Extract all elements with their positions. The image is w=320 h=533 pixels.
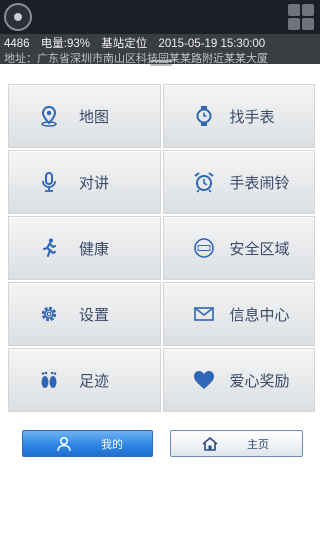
watch-avatar-icon[interactable] <box>4 3 32 31</box>
menu-tile-love-reward[interactable]: 爱心奖励 <box>162 348 315 412</box>
home-button[interactable]: 主页 <box>170 430 303 457</box>
menu-tile-talk[interactable]: 对讲 <box>8 150 161 214</box>
address-text: 地址：广东省深圳市南山区科技园某某路附近某某大厦 <box>4 52 268 64</box>
menu-tile-find-watch[interactable]: 找手表 <box>162 84 315 148</box>
home-label: 主页 <box>247 437 269 451</box>
watch-icon <box>192 104 216 128</box>
envelope-icon <box>192 302 216 326</box>
safety-zone-icon <box>192 236 216 260</box>
microphone-icon <box>37 170 61 194</box>
footprints-icon <box>37 368 61 392</box>
heart-icon <box>192 368 216 392</box>
menu-label: 足迹 <box>79 371 110 390</box>
menu-tile-settings[interactable]: 设置 <box>8 282 161 346</box>
home-icon <box>201 435 219 453</box>
mine-label: 我的 <box>101 437 123 451</box>
timestamp: 2015-05-19 15:30:00 <box>158 38 266 50</box>
running-person-icon <box>37 236 61 260</box>
battery-level: 电量:93% <box>40 38 91 50</box>
user-icon <box>55 435 73 453</box>
menu-tile-safety-zone[interactable]: 安全区域 <box>162 216 315 280</box>
alarm-clock-icon <box>192 170 216 194</box>
menu-tile-health[interactable]: 健康 <box>8 216 161 280</box>
collapse-handle-icon[interactable] <box>150 60 172 72</box>
mine-button[interactable]: 我的 <box>22 430 153 457</box>
menu-label: 手表闹铃 <box>229 173 290 192</box>
top-bar <box>0 0 320 34</box>
menu-label: 信息中心 <box>229 305 290 324</box>
menu-label: 设置 <box>79 305 110 324</box>
menu-tile-message-center[interactable]: 信息中心 <box>162 282 315 346</box>
menu-tile-footprints[interactable]: 足迹 <box>8 348 161 412</box>
menu-tile-map[interactable]: 地图 <box>8 84 161 148</box>
device-id: 4486 <box>4 38 30 50</box>
menu-tile-watch-alarm[interactable]: 手表闹铃 <box>162 150 315 214</box>
menu-label: 爱心奖励 <box>229 371 290 390</box>
status-line: 4486 电量:93% 基站定位 2015-05-19 15:30:00 <box>4 35 273 51</box>
grid-menu-icon[interactable] <box>288 4 314 30</box>
feature-menu: 地图 找手表 对讲 手表闹铃 健康 安全区域 设置 信息中心 足迹 爱心奖励 <box>8 84 315 412</box>
menu-label: 找手表 <box>229 107 275 126</box>
menu-label: 地图 <box>79 107 110 126</box>
menu-label: 对讲 <box>79 173 110 192</box>
gear-icon <box>37 302 61 326</box>
menu-label: 健康 <box>79 239 110 258</box>
menu-label: 安全区域 <box>229 239 290 258</box>
location-mode: 基站定位 <box>101 38 148 50</box>
map-pin-icon <box>37 104 61 128</box>
